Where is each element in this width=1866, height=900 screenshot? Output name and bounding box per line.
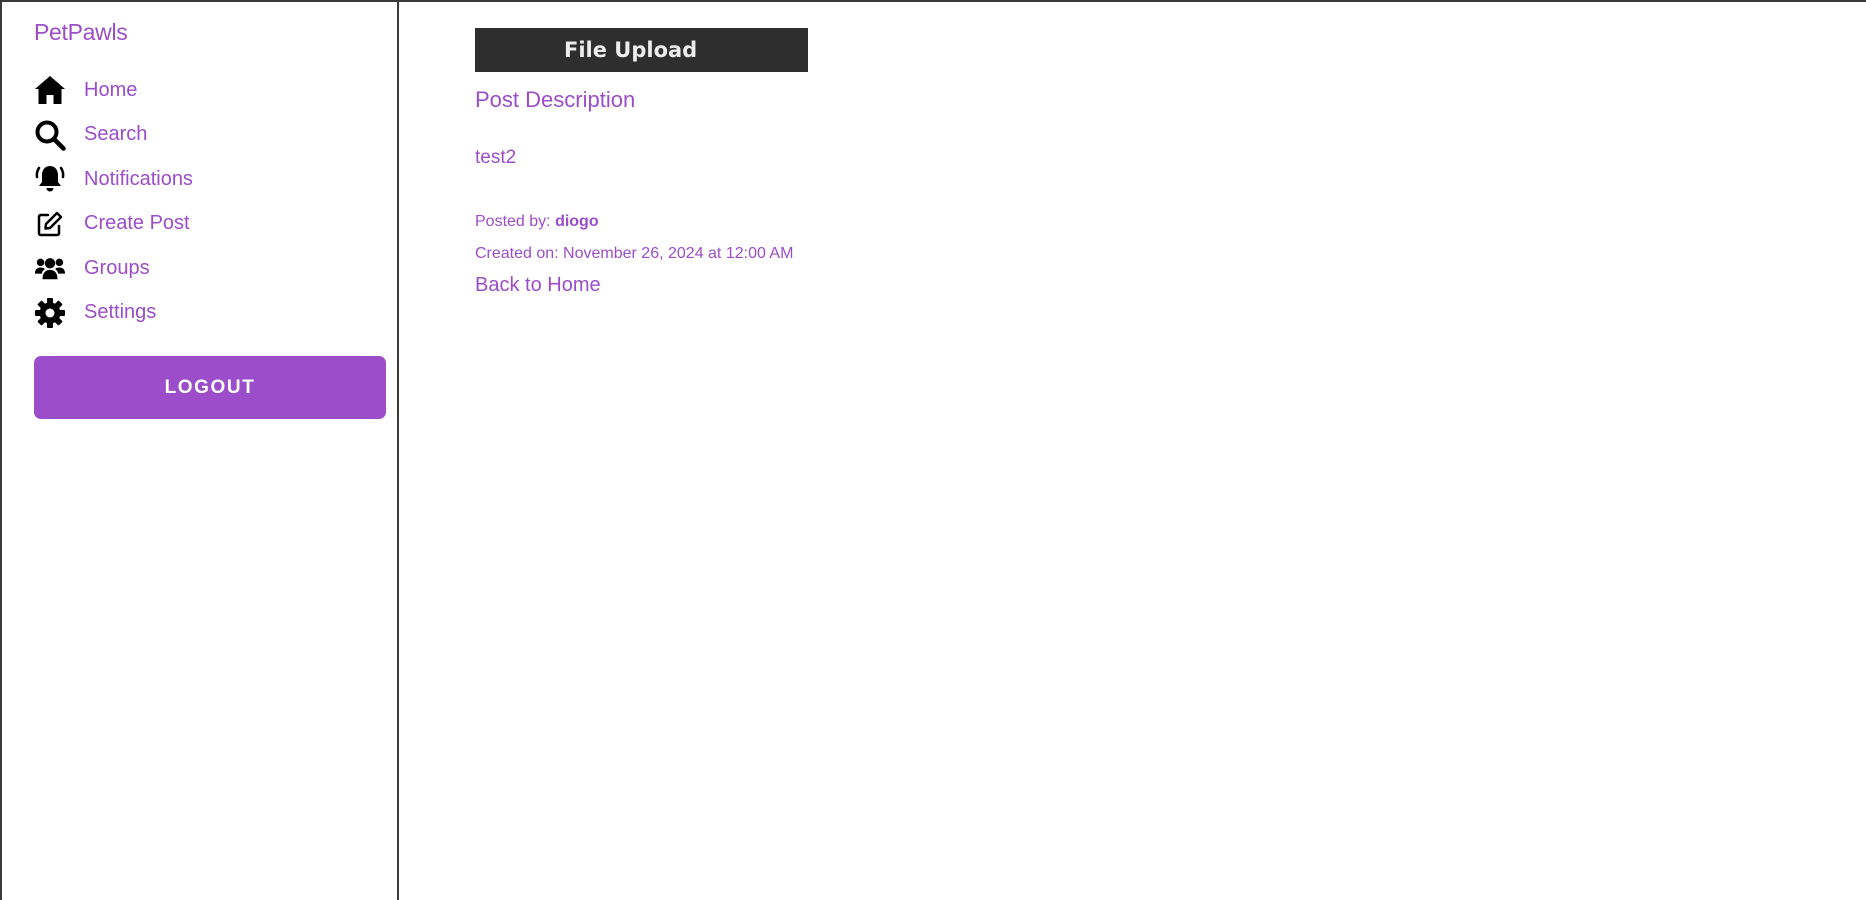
- sidebar-item-label: Create Post: [84, 212, 190, 235]
- app-frame: PetPawls Home Search Notifications Creat…: [0, 0, 1866, 900]
- bell-icon: [34, 163, 66, 195]
- search-icon: [34, 119, 66, 151]
- sidebar-item-groups[interactable]: Groups: [34, 246, 193, 291]
- sidebar-item-create-post[interactable]: Create Post: [34, 202, 193, 247]
- back-to-home-link[interactable]: Back to Home: [475, 274, 601, 297]
- brand-logo[interactable]: PetPawls: [34, 19, 128, 46]
- sidebar: PetPawls Home Search Notifications Creat…: [2, 2, 399, 900]
- logout-button[interactable]: LOGOUT: [34, 356, 386, 419]
- edit-icon: [34, 208, 66, 240]
- file-upload-button[interactable]: File Upload: [475, 28, 808, 72]
- sidebar-item-label: Notifications: [84, 167, 193, 190]
- sidebar-item-search[interactable]: Search: [34, 113, 193, 158]
- home-icon: [34, 74, 66, 106]
- sidebar-item-notifications[interactable]: Notifications: [34, 157, 193, 202]
- post-title: Post Description: [475, 87, 636, 112]
- users-icon: [34, 252, 66, 284]
- sidebar-item-label: Settings: [84, 301, 157, 324]
- sidebar-item-settings[interactable]: Settings: [34, 291, 193, 336]
- sidebar-item-home[interactable]: Home: [34, 68, 193, 113]
- gear-icon: [34, 297, 66, 329]
- post-body: test2: [475, 147, 517, 168]
- sidebar-nav: Home Search Notifications Create Post Gr…: [34, 68, 193, 335]
- sidebar-item-label: Home: [84, 78, 138, 101]
- posted-by-label: Posted by:: [475, 213, 551, 230]
- sidebar-item-label: Search: [84, 123, 148, 146]
- sidebar-item-label: Groups: [84, 256, 150, 279]
- post-author: diogo: [555, 213, 599, 230]
- post-author-line: Posted by: diogo: [475, 213, 599, 231]
- post-created-date: Created on: November 26, 2024 at 12:00 A…: [475, 245, 794, 262]
